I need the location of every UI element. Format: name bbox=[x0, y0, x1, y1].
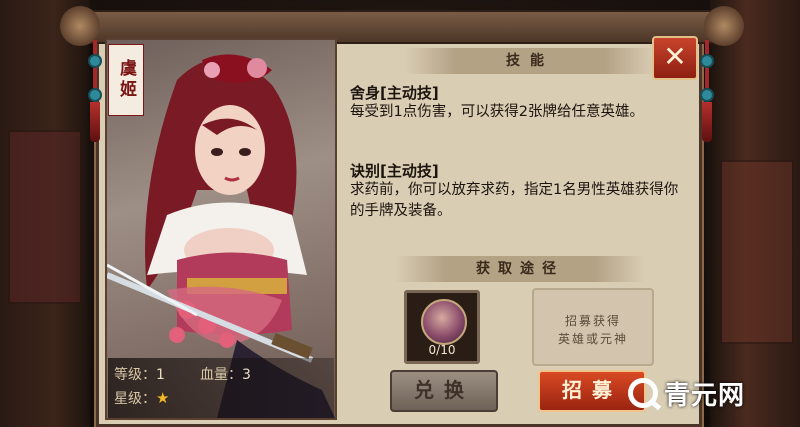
star-label: 星级： bbox=[114, 391, 156, 407]
recruit-info-line-1: 招募获得 bbox=[564, 314, 621, 328]
site-watermark: 青元网 bbox=[628, 372, 745, 414]
skill-1-name: 舍身[主动技] bbox=[350, 84, 439, 102]
obtain-title: 获取途径 bbox=[395, 256, 645, 282]
level-value: 1 bbox=[156, 367, 165, 383]
recruit-info-line-2: 英雄或元神 bbox=[557, 332, 628, 346]
hero-name-tag: 虞姬 bbox=[108, 44, 144, 116]
watermark-text: 青元网 bbox=[664, 380, 746, 411]
shard-hero-avatar bbox=[421, 299, 467, 345]
star-icon: ★ bbox=[156, 389, 170, 407]
right-tassel-ornament bbox=[700, 40, 714, 142]
hp-label: 血量： bbox=[200, 367, 242, 383]
hero-stats-bar: 等级：1 血量：3 星级：★ bbox=[108, 358, 334, 418]
close-button[interactable]: ✕ bbox=[652, 36, 698, 80]
hero-shard-slot[interactable]: 0/10 bbox=[404, 290, 480, 364]
exchange-button[interactable]: 兑换 bbox=[390, 370, 498, 412]
background-banner-left bbox=[8, 130, 82, 304]
recruit-info-box: 招募获得 英雄或元神 bbox=[532, 288, 654, 366]
hp-stat: 血量：3 bbox=[200, 364, 251, 384]
level-stat: 等级：1 bbox=[114, 364, 165, 384]
left-tassel-ornament bbox=[88, 40, 102, 142]
hp-value: 3 bbox=[242, 367, 251, 383]
shard-progress: 0/10 bbox=[428, 343, 456, 357]
skill-2-desc: 求药前，你可以放弃求药，指定1名男性英雄获得你的手牌及装备。 bbox=[350, 182, 679, 219]
watermark-logo-icon bbox=[628, 378, 658, 408]
background-banner-right bbox=[720, 160, 794, 344]
level-label: 等级： bbox=[114, 367, 156, 383]
skill-2-name: 诀别[主动技] bbox=[350, 162, 439, 180]
skills-title: 技能 bbox=[405, 48, 655, 74]
star-stat: 星级：★ bbox=[114, 388, 169, 408]
skill-1-desc: 每受到1点伤害，可以获得2张牌给任意英雄。 bbox=[350, 104, 644, 120]
